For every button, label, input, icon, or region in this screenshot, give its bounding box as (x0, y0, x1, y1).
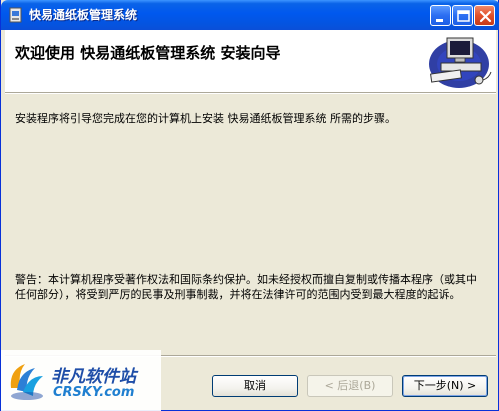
minimize-icon (436, 19, 443, 22)
close-icon (479, 10, 492, 23)
cancel-button[interactable]: 取消 (212, 375, 298, 397)
next-button[interactable]: 下一步(N) > (402, 375, 488, 397)
title-bar[interactable]: 快易通纸板管理系统 (1, 0, 499, 30)
site-watermark: 非凡软件站 CRSKY.com (1, 350, 161, 411)
maximize-icon (457, 10, 470, 22)
intro-text: 安装程序将引导您完成在您的计算机上安装 快易通纸板管理系统 所需的步骤。 (15, 112, 396, 125)
watermark-logo-icon (10, 364, 43, 400)
watermark-site-name: 非凡软件站 (51, 367, 136, 387)
installer-icon (9, 7, 22, 23)
installer-window: 快易通纸板管理系统 欢迎使用 快易通纸板管理系统 安装向导 安装程序将引导您完成… (0, 0, 499, 411)
close-button[interactable] (474, 5, 495, 26)
maximize-button[interactable] (452, 5, 473, 26)
header-panel: 欢迎使用 快易通纸板管理系统 安装向导 (5, 30, 496, 92)
copyright-warning: 警告：本计算机程序受著作权法和国际条约保护。如未经授权而擅自复制或传播本程序（或… (15, 273, 477, 301)
page-title: 欢迎使用 快易通纸板管理系统 安装向导 (15, 44, 281, 62)
computer-icon (429, 37, 492, 88)
back-button[interactable]: < 后退(B) (307, 375, 393, 397)
header-divider (5, 92, 496, 94)
minimize-button[interactable] (430, 5, 451, 26)
watermark-url: CRSKY.com (53, 385, 135, 400)
window-title: 快易通纸板管理系统 (29, 8, 138, 22)
